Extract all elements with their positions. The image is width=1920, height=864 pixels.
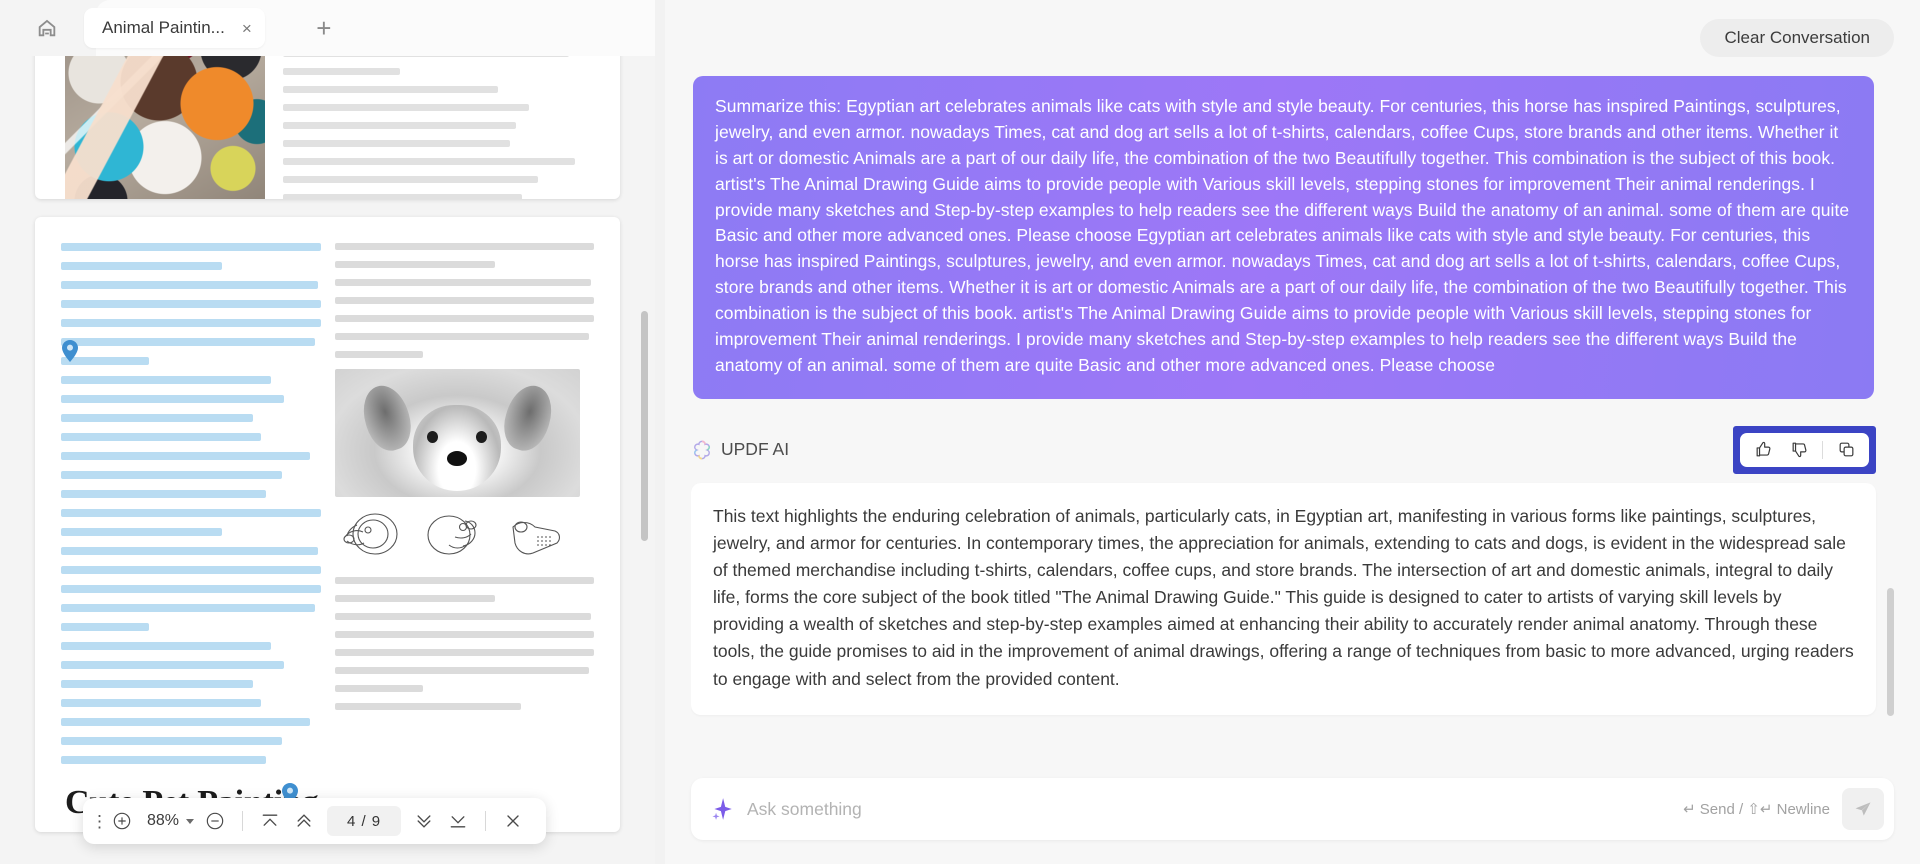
thumbs-down-icon[interactable] xyxy=(1782,435,1816,465)
document-tab[interactable]: Animal Paintin... × xyxy=(84,8,265,48)
chat-vertical-scrollbar[interactable] xyxy=(1887,588,1894,716)
zoom-level-dropdown[interactable]: 88% xyxy=(139,812,198,830)
zoom-in-icon[interactable] xyxy=(105,804,139,838)
ai-chat-pane: Clear Conversation Summarize this: Egypt… xyxy=(665,0,1920,864)
ask-input[interactable] xyxy=(747,789,1672,829)
paint-cups-photo xyxy=(65,56,265,199)
assistant-identity: UPDF AI xyxy=(691,439,789,461)
dog-sketch-row xyxy=(334,507,595,563)
pdf-toolbar: ⋮ 88% 4 / 9 xyxy=(83,798,547,844)
ai-toolbar: Clear Conversation xyxy=(691,0,1894,76)
assistant-actions-highlight xyxy=(1733,425,1876,474)
pane-splitter[interactable] xyxy=(655,0,665,864)
pdf-vertical-scrollbar[interactable] xyxy=(641,311,648,541)
drag-handle-icon[interactable]: ⋮ xyxy=(91,813,108,830)
pdf-page-previous xyxy=(35,56,620,199)
home-icon[interactable] xyxy=(24,5,70,51)
corgi-face xyxy=(413,405,501,491)
pdf-page-left-column xyxy=(61,243,321,775)
annotation-pin-start[interactable] xyxy=(62,340,78,362)
updf-app-window: Animal Paintin... × + ⋮ 88% 4 / 9 Clear … xyxy=(0,0,1920,864)
ai-sparkle-icon xyxy=(709,796,735,822)
pdf-page-right-column xyxy=(334,243,595,775)
updf-clover-logo-icon xyxy=(691,439,713,461)
chat-message-list[interactable]: Summarize this: Egyptian art celebrates … xyxy=(691,76,1894,754)
close-icon[interactable]: × xyxy=(237,18,257,38)
pdf-page-current: Cute Pet Painting xyxy=(35,217,620,832)
zoom-level-value: 88% xyxy=(147,812,180,829)
pdf-scroll-area[interactable]: Cute Pet Painting xyxy=(0,56,655,864)
page-indicator[interactable]: 4 / 9 xyxy=(327,806,402,836)
chevron-down-icon xyxy=(186,818,195,824)
close-toolbar-icon[interactable] xyxy=(496,804,530,838)
chat-composer: ↵ Send / ⇧↵ Newline xyxy=(691,778,1894,840)
document-tab-label: Animal Paintin... xyxy=(102,18,225,37)
pdf-viewer-pane: Animal Paintin... × + ⋮ 88% 4 / 9 xyxy=(0,0,655,864)
assistant-message-bubble: This text highlights the enduring celebr… xyxy=(691,482,1876,715)
dog-sketch-1 xyxy=(334,507,407,563)
assistant-name: UPDF AI xyxy=(721,439,790,460)
assistant-message-header: UPDF AI xyxy=(691,425,1876,474)
actions-divider xyxy=(1822,440,1823,459)
send-icon[interactable] xyxy=(1842,788,1884,830)
dog-sketch-2 xyxy=(418,507,491,563)
next-page-icon[interactable] xyxy=(407,804,441,838)
toolbar-divider-1 xyxy=(242,811,244,831)
copy-icon[interactable] xyxy=(1829,435,1863,465)
dog-sketch-3 xyxy=(502,507,575,563)
first-page-icon[interactable] xyxy=(253,804,287,838)
pdf-page-previous-text xyxy=(283,56,590,199)
clear-conversation-button[interactable]: Clear Conversation xyxy=(1700,19,1894,57)
assistant-actions xyxy=(1740,432,1869,467)
thumbs-up-icon[interactable] xyxy=(1746,435,1780,465)
corgi-photo xyxy=(334,369,580,497)
toolbar-divider-2 xyxy=(485,811,487,831)
send-hint: ↵ Send / ⇧↵ Newline xyxy=(1683,801,1830,818)
last-page-icon[interactable] xyxy=(441,804,475,838)
zoom-out-icon[interactable] xyxy=(198,804,232,838)
composer-area: ↵ Send / ⇧↵ Newline xyxy=(691,754,1894,864)
new-tab-button[interactable]: + xyxy=(307,11,341,45)
user-message-bubble: Summarize this: Egyptian art celebrates … xyxy=(693,76,1874,399)
tab-bar: Animal Paintin... × + xyxy=(0,0,655,56)
previous-page-icon[interactable] xyxy=(287,804,321,838)
